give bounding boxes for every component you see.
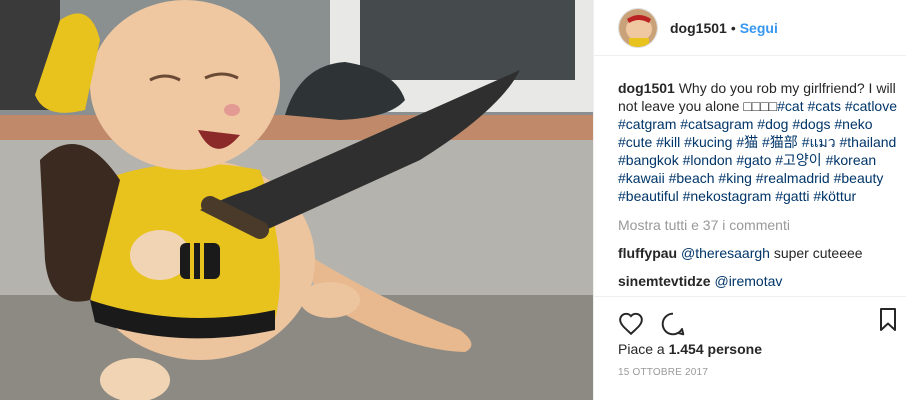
- view-all-comments-link[interactable]: Mostra tutti e 37 i commenti: [618, 216, 898, 234]
- hashtag-link[interactable]: #แมว: [802, 134, 836, 150]
- hashtag-link[interactable]: #beautiful: [618, 188, 679, 204]
- hashtag-link[interactable]: #catsagram: [680, 116, 753, 132]
- hashtag-link[interactable]: #bangkok: [618, 152, 679, 168]
- likes-count[interactable]: Piace a 1.454 persone: [594, 341, 906, 357]
- bookmark-icon[interactable]: [876, 307, 900, 333]
- avatar[interactable]: [618, 7, 658, 48]
- hashtag-link[interactable]: #beauty: [834, 170, 884, 186]
- post-date: 15 OTTOBRE 2017: [618, 367, 709, 378]
- heart-icon[interactable]: [618, 311, 644, 337]
- likes-prefix: Piace a: [618, 341, 669, 357]
- hashtag-link[interactable]: #dogs: [792, 116, 830, 132]
- hashtag-link[interactable]: #catgram: [618, 116, 676, 132]
- caption-username[interactable]: dog1501: [618, 80, 675, 96]
- hashtag-link[interactable]: #猫部: [762, 134, 798, 150]
- hashtag-link[interactable]: #猫: [736, 134, 758, 150]
- comment-mention[interactable]: @iremotav: [714, 273, 782, 289]
- post-header: dog1501 • Segui: [594, 0, 906, 56]
- follow-button[interactable]: Segui: [740, 20, 778, 36]
- header-username[interactable]: dog1501: [670, 20, 727, 36]
- hashtag-link[interactable]: #kawaii: [618, 170, 665, 186]
- comments-section: dog1501 Why do you rob my girlfriend? I …: [618, 79, 898, 290]
- hashtag-link[interactable]: #gato: [736, 152, 771, 168]
- hashtag-link[interactable]: #thailand: [839, 134, 896, 150]
- hashtag-link[interactable]: #kucing: [684, 134, 732, 150]
- hashtag-link[interactable]: #gatti: [775, 188, 809, 204]
- post-caption: dog1501 Why do you rob my girlfriend? I …: [618, 79, 898, 205]
- comment-text: super cuteeee: [769, 245, 863, 261]
- hashtag-link[interactable]: #kill: [656, 134, 680, 150]
- comment-username[interactable]: fluffypau: [618, 245, 677, 261]
- hashtag-link[interactable]: #cute: [618, 134, 652, 150]
- hashtag-link[interactable]: #cat: [777, 98, 803, 114]
- hashtag-link[interactable]: #고양이: [775, 152, 821, 168]
- separator-dot: •: [730, 19, 736, 36]
- hashtag-link[interactable]: #cats: [808, 98, 841, 114]
- hashtag-link[interactable]: #korean: [826, 152, 877, 168]
- comment-item: fluffypau @theresaargh super cuteeee: [618, 244, 898, 262]
- hashtag-link[interactable]: #catlove: [845, 98, 897, 114]
- hashtag-link[interactable]: #neko: [834, 116, 872, 132]
- comment-username[interactable]: sinemtevtidze: [618, 273, 711, 289]
- post-sidebar: dog1501 • Segui dog1501 Why do you rob m…: [593, 0, 906, 400]
- comment-icon[interactable]: [660, 311, 686, 337]
- hashtag-link[interactable]: #king: [718, 170, 751, 186]
- avatar-image: [619, 8, 657, 47]
- post-actions: Piace a 1.454 persone 15 OTTOBRE 2017: [594, 296, 906, 400]
- hashtag-link[interactable]: #beach: [669, 170, 715, 186]
- cat-with-knife-photo: [0, 0, 593, 400]
- hashtag-link[interactable]: #dog: [757, 116, 788, 132]
- comment-mention[interactable]: @theresaargh: [681, 245, 770, 261]
- post-photo[interactable]: [0, 0, 593, 400]
- likes-number[interactable]: 1.454 persone: [669, 341, 762, 357]
- comment-item: sinemtevtidze @iremotav: [618, 272, 898, 290]
- hashtag-link[interactable]: #london: [683, 152, 733, 168]
- hashtag-link[interactable]: #nekostagram: [683, 188, 772, 204]
- hashtag-link[interactable]: #realmadrid: [756, 170, 830, 186]
- hashtag-link[interactable]: #köttur: [813, 188, 856, 204]
